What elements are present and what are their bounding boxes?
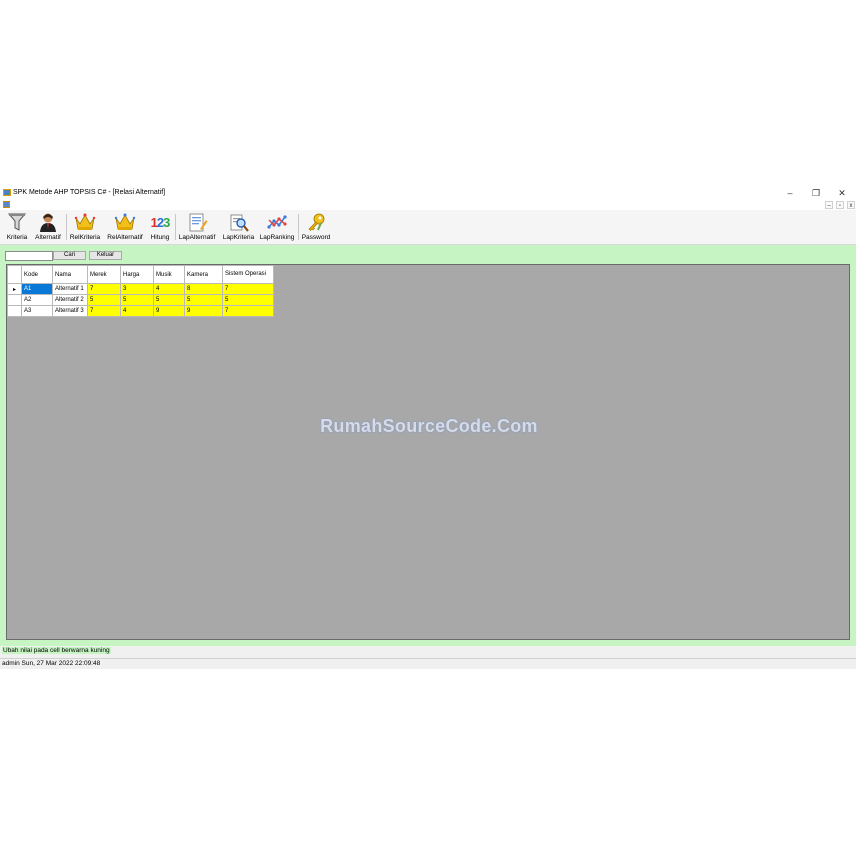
title-bar: SPK Metode AHP TOPSIS C# - [Relasi Alter… <box>0 186 856 200</box>
cell-kode[interactable]: A2 <box>21 294 53 306</box>
cell-harga[interactable]: 5 <box>120 294 154 306</box>
numbers-123-icon: 123 <box>150 215 171 230</box>
column-header-musik[interactable]: Musik <box>153 265 185 284</box>
child-restore-button[interactable]: ▫ <box>836 201 844 209</box>
main-window: SPK Metode AHP TOPSIS C# - [Relasi Alter… <box>0 186 856 669</box>
relasi-table: Kode Nama Merek Harga Musik Kamera Siste… <box>7 265 274 317</box>
hint-text: Ubah nilai pada cell berwarna kuning <box>2 647 111 654</box>
table-row: ▸ A1 Alternatif 1 7 3 4 8 7 <box>7 283 274 295</box>
cell-sistem-operasi[interactable]: 7 <box>222 283 274 295</box>
keluar-button[interactable]: Keluar <box>89 251 122 260</box>
toolbar-alternatif-button[interactable]: Alternatif <box>32 212 64 242</box>
column-header-sistem-operasi[interactable]: Sistem Operasi <box>222 265 274 284</box>
search-report-icon <box>228 212 250 233</box>
cell-musik[interactable]: 4 <box>153 283 185 295</box>
cell-nama[interactable]: Alternatif 2 <box>52 294 88 306</box>
cell-merek[interactable]: 7 <box>87 283 121 295</box>
chart-icon <box>266 212 288 233</box>
report-icon <box>186 212 208 233</box>
toolbar-kriteria-button[interactable]: Kriteria <box>5 212 29 242</box>
cell-musik[interactable]: 5 <box>153 294 185 306</box>
toolbar-lapalternatif-button[interactable]: LapAlternatif <box>177 212 217 242</box>
cell-sistem-operasi[interactable]: 7 <box>222 305 274 317</box>
table-row: A3 Alternatif 3 7 4 9 9 7 <box>7 305 274 317</box>
cell-kamera[interactable]: 8 <box>184 283 223 295</box>
funnel-icon <box>6 212 28 233</box>
column-header-merek[interactable]: Merek <box>87 265 121 284</box>
column-header-kode[interactable]: Kode <box>21 265 53 284</box>
row-header[interactable] <box>7 305 22 317</box>
child-window-icon[interactable] <box>3 201 10 208</box>
user-time-text: admin Sun, 27 Mar 2022 22:09:48 <box>2 660 101 667</box>
mdi-child-bar: – ▫ x <box>0 200 856 210</box>
row-header-corner <box>7 265 22 284</box>
toolbar: Kriteria Alternatif RelKriteria RelAlter… <box>0 210 856 245</box>
child-close-button[interactable]: x <box>847 201 855 209</box>
cell-kamera[interactable]: 5 <box>184 294 223 306</box>
crown-icon <box>74 212 96 233</box>
search-input[interactable] <box>5 251 53 261</box>
cell-kode[interactable]: A3 <box>21 305 53 317</box>
close-button[interactable]: ✕ <box>829 186 855 200</box>
restore-button[interactable]: ❐ <box>803 186 829 200</box>
table-row: A2 Alternatif 2 5 5 5 5 5 <box>7 294 274 306</box>
key-icon <box>305 212 327 233</box>
toolbar-hitung-button[interactable]: 123 Hitung <box>147 212 173 242</box>
row-header[interactable] <box>7 294 22 306</box>
header-row: Kode Nama Merek Harga Musik Kamera Siste… <box>7 265 274 284</box>
cell-merek[interactable]: 5 <box>87 294 121 306</box>
relasi-alternatif-form: Cari Keluar Kode Nama Merek Harga Musik … <box>0 245 856 646</box>
watermark-text: RumahSourceCode.Com <box>320 416 538 436</box>
current-row-indicator[interactable]: ▸ <box>7 283 22 295</box>
cell-musik[interactable]: 9 <box>153 305 185 317</box>
data-grid[interactable]: Kode Nama Merek Harga Musik Kamera Siste… <box>6 264 850 640</box>
user-icon <box>37 212 59 233</box>
cell-nama[interactable]: Alternatif 3 <box>52 305 88 317</box>
toolbar-password-button[interactable]: Password <box>301 212 331 242</box>
child-minimize-button[interactable]: – <box>825 201 833 209</box>
main-status-bar: admin Sun, 27 Mar 2022 22:09:48 <box>0 658 856 669</box>
cell-kode[interactable]: A1 <box>21 283 53 295</box>
cell-sistem-operasi[interactable]: 5 <box>222 294 274 306</box>
column-header-nama[interactable]: Nama <box>52 265 88 284</box>
crown-icon <box>114 212 136 233</box>
toolbar-separator <box>298 214 299 240</box>
window-title: SPK Metode AHP TOPSIS C# - [Relasi Alter… <box>13 189 166 196</box>
toolbar-relkriteria-button[interactable]: RelKriteria <box>68 212 102 242</box>
toolbar-lapranking-button[interactable]: LapRanking <box>259 212 295 242</box>
toolbar-relalternatif-button[interactable]: RelAlternatif <box>105 212 145 242</box>
toolbar-lapkriteria-button[interactable]: LapKriteria <box>221 212 256 242</box>
column-header-kamera[interactable]: Kamera <box>184 265 223 284</box>
hint-status-bar: Ubah nilai pada cell berwarna kuning <box>0 646 856 656</box>
toolbar-separator <box>66 214 67 240</box>
toolbar-separator <box>175 214 176 240</box>
cell-merek[interactable]: 7 <box>87 305 121 317</box>
cell-kamera[interactable]: 9 <box>184 305 223 317</box>
cari-button[interactable]: Cari <box>53 251 86 260</box>
cell-harga[interactable]: 4 <box>120 305 154 317</box>
minimize-button[interactable]: – <box>777 186 803 200</box>
cell-harga[interactable]: 3 <box>120 283 154 295</box>
column-header-harga[interactable]: Harga <box>120 265 154 284</box>
app-icon <box>3 189 11 196</box>
cell-nama[interactable]: Alternatif 1 <box>52 283 88 295</box>
